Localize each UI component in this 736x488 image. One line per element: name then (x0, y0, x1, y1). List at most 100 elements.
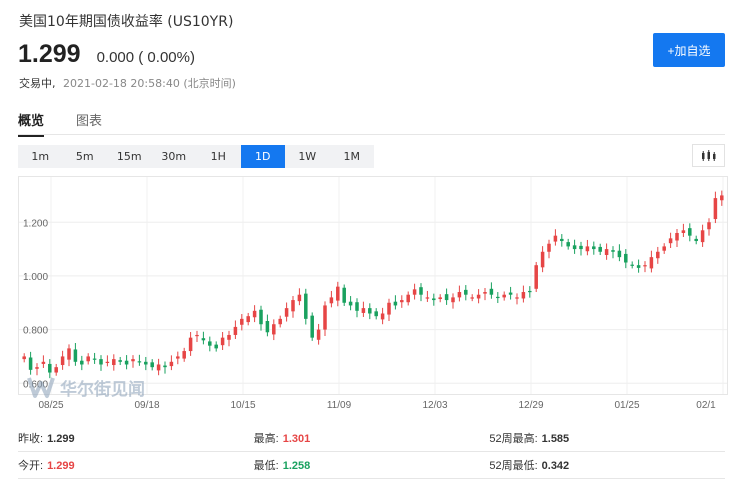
candle-body (444, 294, 449, 301)
candle-body (342, 287, 346, 303)
stat-label: 52周最高: (489, 433, 538, 445)
stat-value: 1.299 (47, 433, 75, 445)
candle-body (188, 337, 193, 352)
candle-body (560, 238, 564, 242)
candle-body (252, 310, 257, 318)
candle-body (579, 245, 583, 250)
candle-body (380, 313, 385, 320)
candle-body (489, 288, 494, 295)
x-tick-label: 12/03 (422, 400, 447, 411)
period-5m[interactable]: 5m (63, 145, 108, 168)
candle-body (438, 297, 442, 300)
period-30m[interactable]: 30m (152, 145, 197, 168)
candle-body (284, 308, 289, 317)
candle-body (361, 308, 366, 313)
candle-body (220, 337, 225, 346)
candle-body (272, 324, 276, 335)
price-change: 0.000 ( 0.00%) (96, 49, 195, 66)
candle-body (534, 265, 538, 289)
candle-body (681, 230, 686, 233)
candle-body (617, 250, 622, 258)
candle-body (643, 265, 647, 267)
candle-body (368, 308, 372, 314)
candle-body (540, 251, 545, 268)
candle-body (118, 360, 122, 362)
candle-body (592, 246, 596, 250)
candle-body (259, 309, 263, 325)
candle-body (515, 297, 519, 299)
candle-body (406, 294, 410, 303)
candle-body (163, 365, 167, 368)
stat-prev-close: 昨收: 1.299 (18, 430, 254, 446)
candle-body (496, 296, 500, 299)
candle-body (476, 294, 481, 299)
period-selector: 1m 5m 15m 30m 1H 1D 1W 1M (18, 145, 374, 168)
candle-body (28, 357, 33, 370)
chart-type-button[interactable] (692, 144, 725, 167)
x-tick-label: 09/18 (134, 400, 159, 411)
candle-body (60, 356, 65, 366)
period-1mo[interactable]: 1M (330, 145, 375, 168)
candle-body (374, 311, 378, 317)
candle-body (182, 351, 186, 359)
candle-body (656, 251, 660, 259)
tab-divider (18, 134, 725, 135)
candle-body (457, 292, 462, 298)
candle-body (508, 292, 513, 295)
stats-row: 今开: 1.299 最低: 1.258 52周最低: 0.342 (18, 452, 725, 479)
period-1h[interactable]: 1H (196, 145, 241, 168)
candle-body (265, 321, 270, 333)
candle-body (86, 356, 90, 362)
candle-body (636, 265, 641, 268)
candle-body (585, 246, 590, 252)
last-price: 1.299 (18, 40, 81, 68)
candle-body (291, 300, 295, 312)
candle-body (566, 242, 570, 247)
candle-body (233, 326, 238, 335)
candle-body (22, 356, 26, 360)
candle-body (700, 230, 705, 243)
stat-label: 52周最低: (489, 460, 538, 472)
status-timestamp: 2021-02-18 20:58:40 (北京时间) (63, 77, 236, 90)
candle-body (412, 289, 417, 295)
x-tick-label: 12/29 (518, 400, 543, 411)
candle-body (630, 264, 634, 266)
period-15m[interactable]: 15m (107, 145, 152, 168)
tab-chart[interactable]: 图表 (76, 110, 102, 137)
candle-body (329, 297, 334, 304)
candle-body (124, 360, 129, 365)
candle-body (48, 363, 52, 373)
candle-body (547, 243, 551, 252)
candle-body (112, 359, 116, 366)
trading-status: 交易中, 2021-02-18 20:58:40 (北京时间) (19, 75, 236, 91)
stat-52w-low: 52周最低: 0.342 (489, 457, 725, 473)
candle-body (278, 318, 282, 325)
candle-body (662, 246, 666, 251)
candle-body (169, 361, 174, 367)
candle-body (144, 361, 148, 365)
candle-body (105, 361, 110, 363)
stat-value: 1.258 (282, 460, 311, 472)
tab-overview[interactable]: 概览 (18, 110, 45, 137)
period-1w[interactable]: 1W (285, 145, 330, 168)
period-1m[interactable]: 1m (18, 145, 63, 168)
candle-body (99, 359, 103, 365)
add-to-watchlist-button[interactable]: +加自选 (653, 33, 725, 67)
stat-label: 最低: (253, 460, 279, 472)
candle-body (611, 250, 615, 252)
candle-body (604, 249, 609, 255)
period-1d[interactable]: 1D (240, 145, 285, 168)
stat-52w-high: 52周最高: 1.585 (489, 430, 725, 446)
candle-body (668, 238, 673, 244)
candle-body (80, 360, 84, 365)
candle-body (502, 294, 506, 298)
candle-body (553, 235, 558, 242)
candle-body (528, 290, 532, 293)
stats-table: 昨收: 1.299 最高: 1.301 52周最高: 1.585 今开: 1.299 最… (18, 425, 725, 479)
candle-body (310, 315, 314, 338)
candle-body (67, 348, 71, 360)
watermark-text: 华尔街见闻 (60, 379, 145, 400)
stat-label: 今开: (18, 460, 44, 472)
candle-body (470, 297, 474, 299)
candle-body (675, 232, 679, 241)
